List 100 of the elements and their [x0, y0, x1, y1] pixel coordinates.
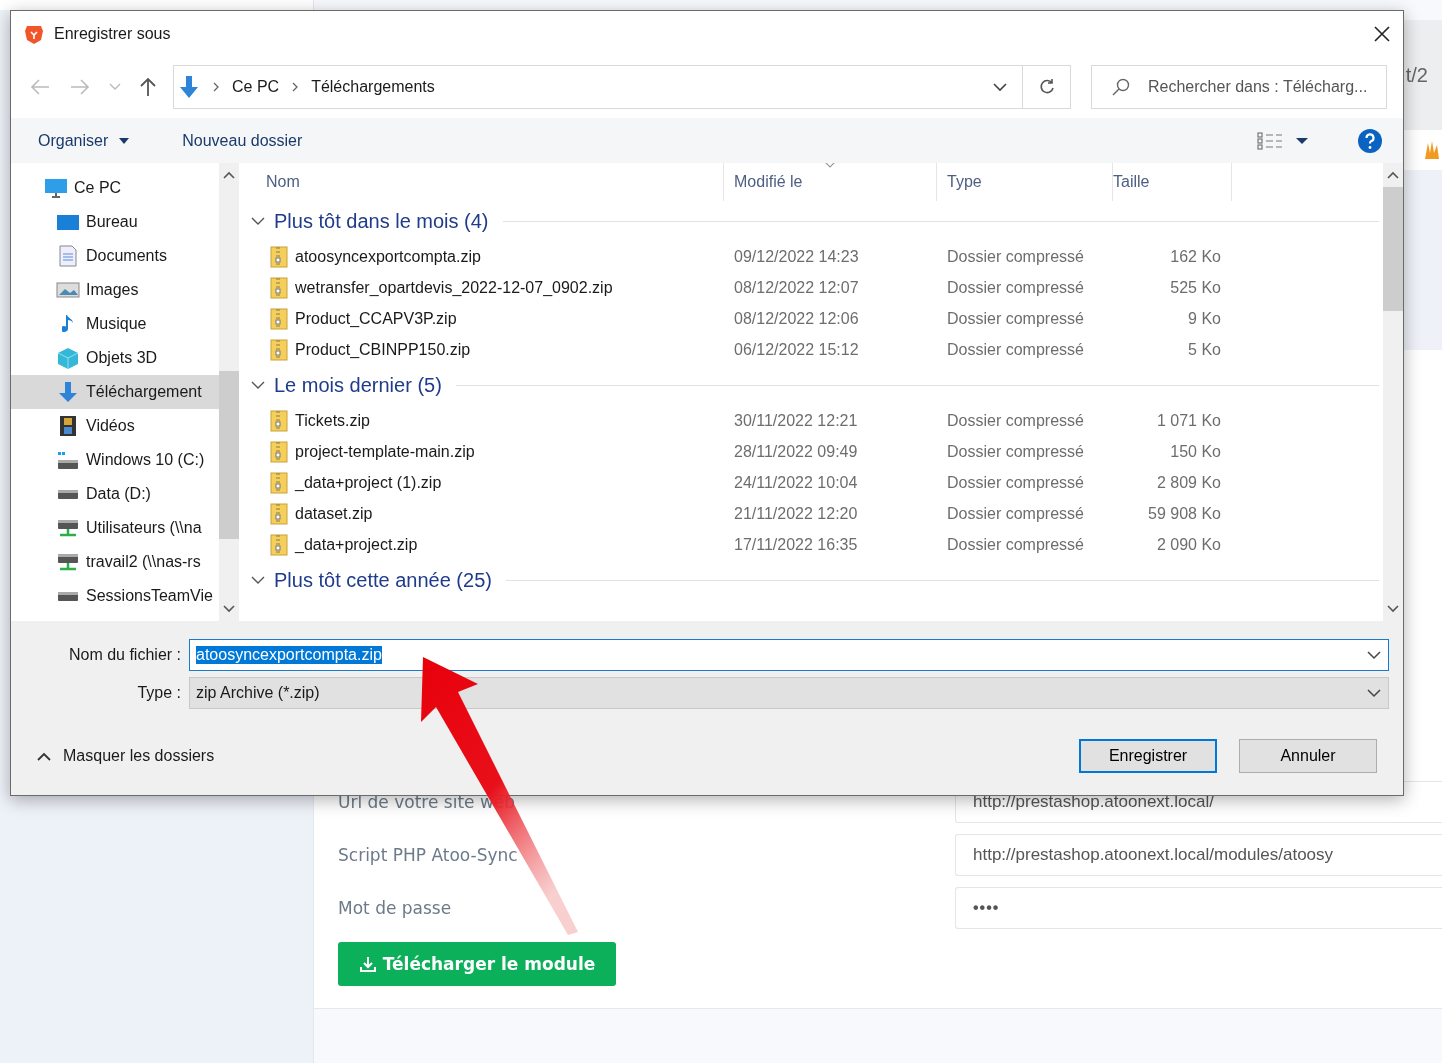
chevron-right-icon — [212, 82, 220, 92]
sidebar-item[interactable]: Ce PC — [11, 171, 219, 205]
scrollbar[interactable] — [219, 163, 239, 621]
file-name[interactable]: atoosyncexportcompta.zip — [295, 247, 481, 266]
zip-folder-icon — [269, 440, 289, 463]
file-name[interactable]: Tickets.zip — [295, 411, 370, 430]
zip-folder-icon — [269, 276, 289, 299]
column-header[interactable]: Taille — [1113, 163, 1232, 201]
zip-folder-icon — [269, 245, 289, 268]
file-size: 150 Ko — [1169, 442, 1222, 461]
network-drive-icon — [57, 519, 79, 537]
input-field[interactable]: •••• — [955, 886, 1442, 929]
file-size: 162 Ko — [1169, 247, 1222, 266]
zip-folder-icon — [269, 533, 289, 556]
file-type: Dossier compressé — [946, 340, 1085, 359]
file-name[interactable]: _data+project.zip — [295, 535, 418, 554]
network-drive-icon — [57, 553, 79, 571]
file-date: 08/12/2022 12:07 — [733, 278, 860, 297]
file-type: Dossier compressé — [946, 247, 1085, 266]
file-name[interactable]: wetransfer_opartdevis_2022-12-07_0902.zip — [295, 278, 613, 297]
scroll-down-icon[interactable] — [1387, 605, 1399, 613]
chevron-down-icon — [1366, 688, 1382, 698]
file-date: 06/12/2022 15:12 — [733, 340, 860, 359]
file-size: 525 Ko — [1169, 278, 1222, 297]
file-size: 59 908 Ko — [1147, 504, 1222, 523]
sidebar-item[interactable]: SessionsTeamVie — [11, 579, 219, 613]
caret-icon[interactable] — [1295, 136, 1309, 145]
file-name[interactable]: _data+project (1).zip — [295, 473, 442, 492]
help-icon[interactable] — [1357, 127, 1383, 154]
chevron-down-icon[interactable] — [250, 379, 266, 391]
scroll-up-icon[interactable] — [223, 171, 235, 179]
field-label: Mot de passe — [338, 897, 453, 918]
breadcrumb-item[interactable]: Ce PC — [232, 78, 280, 96]
images-icon — [56, 279, 80, 301]
system-drive-icon — [57, 450, 79, 470]
address-bar[interactable]: Ce PC Téléchargements — [173, 65, 1023, 109]
sidebar-item[interactable]: Utilisateurs (\\na — [11, 511, 219, 545]
hide-folders-button[interactable]: Masquer les dossiers — [31, 746, 221, 766]
sidebar-item[interactable]: Téléchargement — [11, 375, 219, 409]
scrollbar[interactable] — [1383, 163, 1403, 621]
dialog-button[interactable]: Enregistrer — [1079, 739, 1217, 773]
pc-icon — [44, 177, 68, 199]
sidebar-item[interactable]: Musique — [11, 307, 219, 341]
zip-folder-icon — [269, 409, 289, 432]
chevron-down-icon[interactable] — [250, 215, 266, 227]
scroll-thumb[interactable] — [1383, 187, 1403, 311]
column-header[interactable]: Nom — [246, 163, 724, 201]
file-name[interactable]: project-template-main.zip — [295, 442, 475, 461]
file-name[interactable]: Product_CBINPP150.zip — [295, 340, 471, 359]
chevron-down-icon[interactable] — [1366, 650, 1382, 660]
sidebar-item[interactable]: Vidéos — [11, 409, 219, 443]
file-date: 28/11/2022 09:49 — [733, 442, 859, 461]
caret-icon — [118, 136, 131, 145]
group-header[interactable]: Plus tôt dans le mois (4) — [274, 209, 489, 233]
group-header[interactable]: Plus tôt cette année (25) — [274, 568, 492, 592]
close-icon[interactable] — [1373, 24, 1391, 43]
file-size: 9 Ko — [1187, 309, 1222, 328]
column-header[interactable]: Type — [937, 163, 1113, 201]
sidebar-item[interactable]: Data (D:) — [11, 477, 219, 511]
group-header[interactable]: Le mois dernier (5) — [274, 373, 442, 397]
up-arrow-icon[interactable] — [139, 77, 157, 97]
new-folder-button[interactable]: Nouveau dossier — [172, 127, 313, 154]
file-date: 08/12/2022 12:06 — [733, 309, 860, 328]
search-field[interactable]: Rechercher dans : Télécharg... — [1091, 65, 1387, 109]
chevron-down-icon[interactable] — [992, 82, 1008, 92]
field-label: Script PHP Atoo-Sync — [338, 844, 519, 865]
file-type: Dossier compressé — [946, 278, 1085, 297]
dialog-button[interactable]: Annuler — [1239, 739, 1377, 773]
search-icon — [1111, 77, 1131, 97]
file-date: 24/11/2022 10:04 — [733, 473, 859, 492]
file-name[interactable]: dataset.zip — [295, 504, 373, 523]
filename-field[interactable]: atoosyncexportcompta.zip — [189, 639, 1389, 671]
scroll-thumb[interactable] — [219, 371, 239, 539]
zip-folder-icon — [269, 471, 289, 494]
refresh-button[interactable] — [1023, 65, 1071, 109]
sidebar-item[interactable]: Bureau — [11, 205, 219, 239]
scroll-up-icon[interactable] — [1387, 171, 1399, 179]
sidebar-item[interactable]: Windows 10 (C:) — [11, 443, 219, 477]
file-name[interactable]: Product_CCAPV3P.zip — [295, 309, 457, 328]
file-date: 30/11/2022 12:21 — [733, 411, 859, 430]
filetype-dropdown[interactable]: zip Archive (*.zip) — [189, 677, 1389, 709]
chevron-up-icon — [37, 751, 51, 761]
documents-icon — [56, 245, 80, 267]
file-size: 2 809 Ko — [1155, 473, 1222, 492]
sidebar-item[interactable]: Objets 3D — [11, 341, 219, 375]
file-type: Dossier compressé — [946, 535, 1085, 554]
sidebar-item[interactable]: travail2 (\\nas-rs — [11, 545, 219, 579]
column-header[interactable]: Modifié le — [724, 163, 937, 201]
breadcrumb-item[interactable]: Téléchargements — [311, 78, 435, 96]
view-details-icon[interactable] — [1257, 130, 1283, 151]
organize-button[interactable]: Organiser — [28, 127, 141, 154]
sidebar-item[interactable]: Documents — [11, 239, 219, 273]
file-type: Dossier compressé — [946, 309, 1085, 328]
chevron-down-icon[interactable] — [250, 574, 266, 586]
download-icon — [178, 75, 200, 99]
input-field[interactable]: http://prestashop.atoonext.local/modules/atoosy — [955, 833, 1442, 876]
zip-folder-icon — [269, 502, 289, 525]
sidebar-item[interactable]: Images — [11, 273, 219, 307]
header-text: t/2 — [1405, 63, 1428, 87]
scroll-down-icon[interactable] — [223, 605, 235, 613]
